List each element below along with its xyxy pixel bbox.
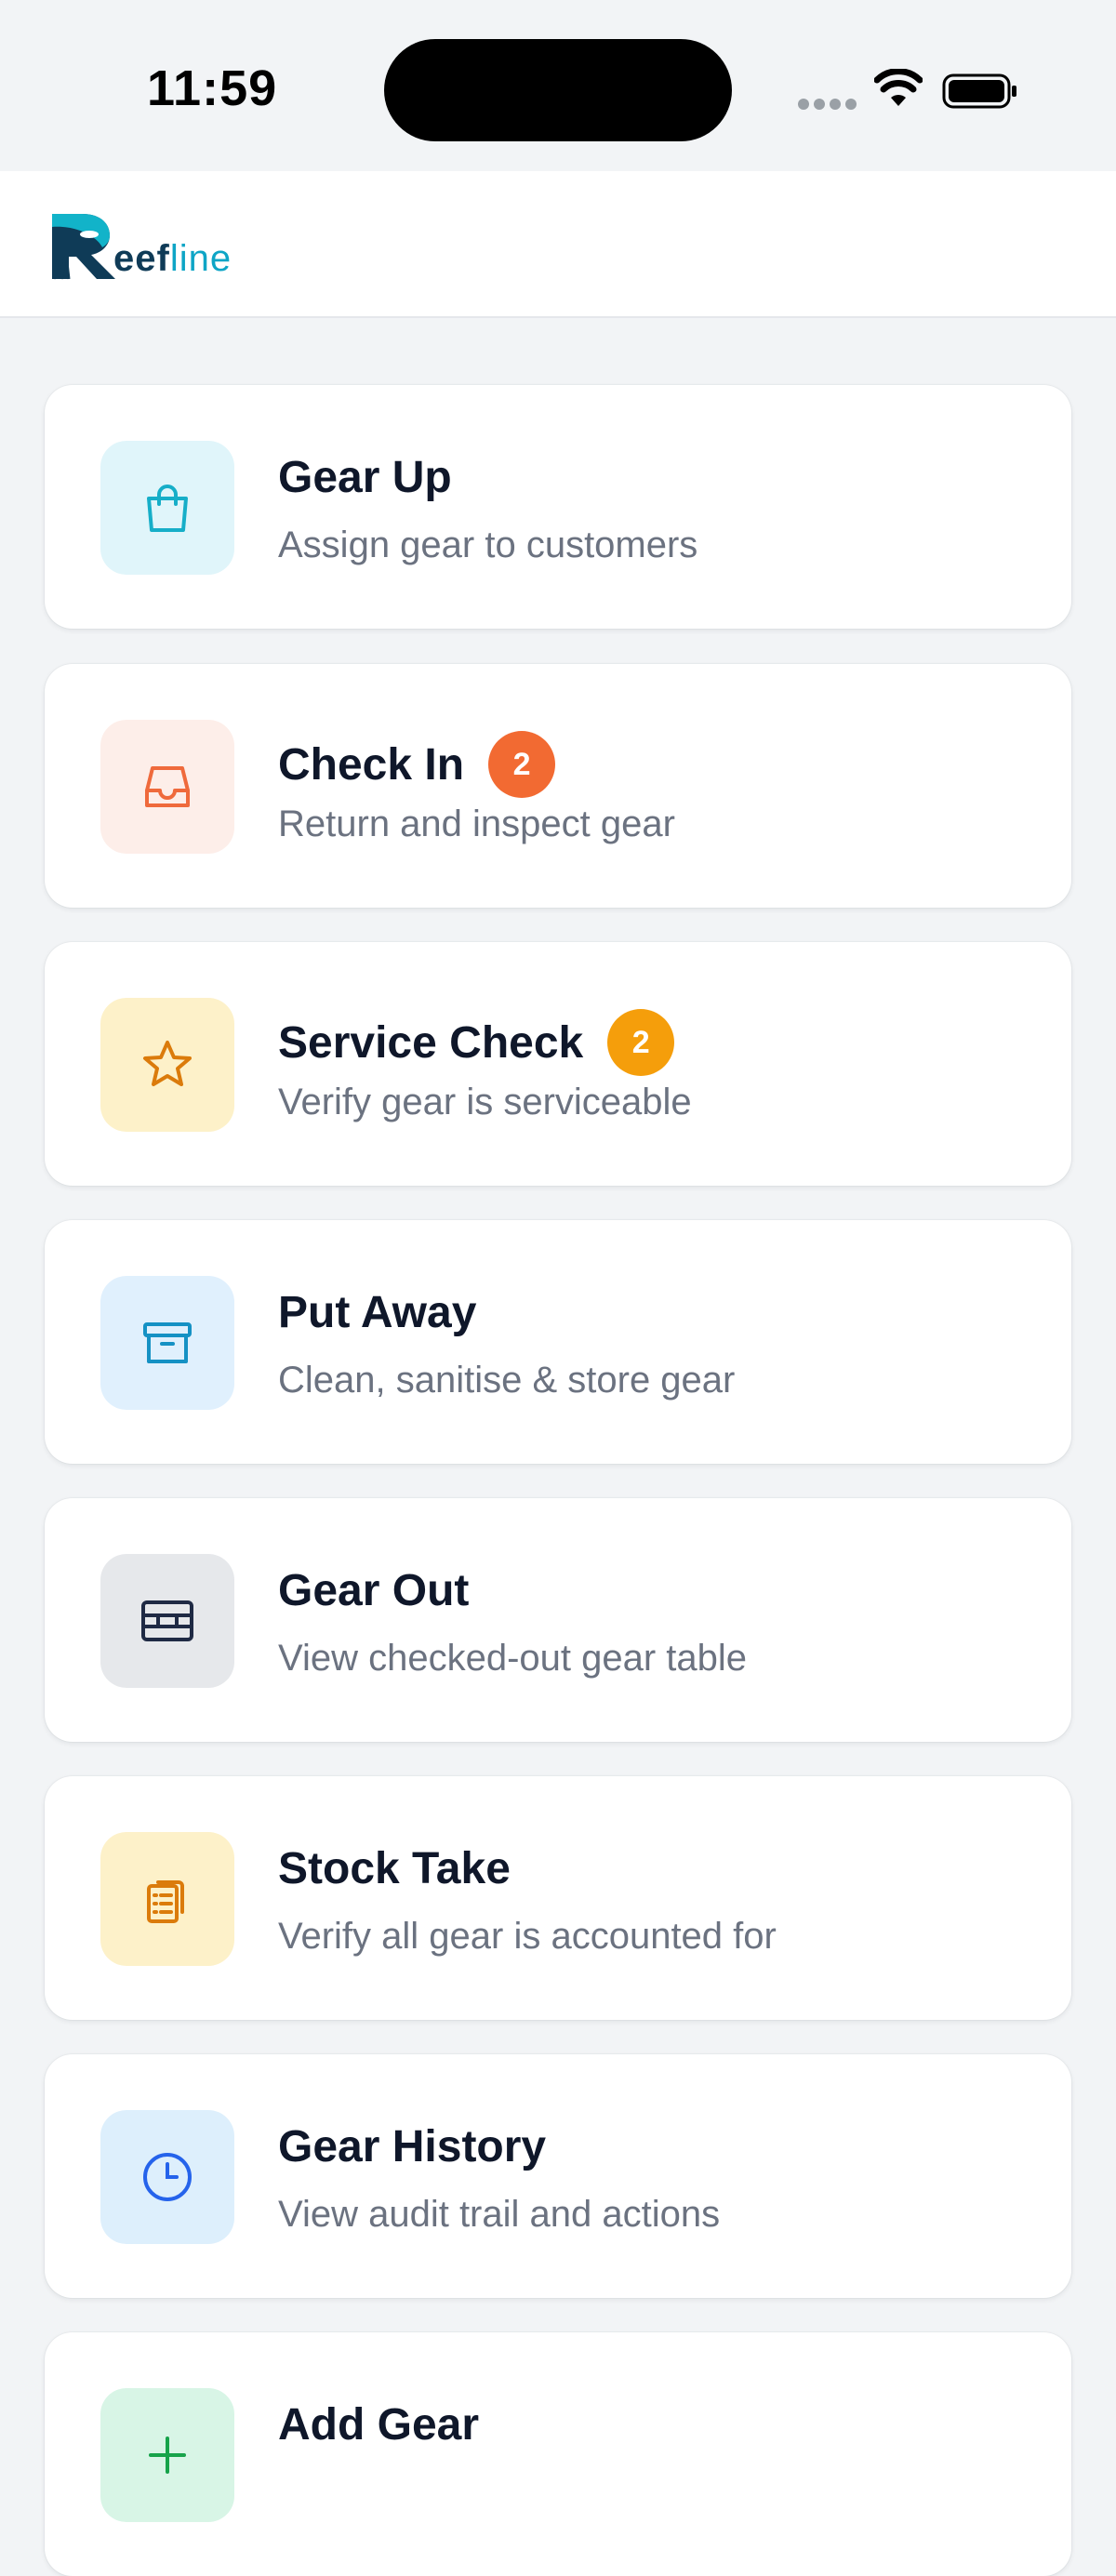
pending-count-badge: 2 bbox=[607, 1009, 675, 1076]
plus-icon bbox=[149, 2437, 186, 2474]
card-title-text: Gear History bbox=[278, 2122, 547, 2171]
icon-tile bbox=[100, 720, 234, 854]
stock-take-card[interactable]: Stock Take Verify all gear is accounted … bbox=[45, 1776, 1071, 2020]
card-title-text: Gear Out bbox=[278, 1566, 470, 1615]
gear-out-card[interactable]: Gear Out View checked-out gear table bbox=[45, 1498, 1071, 1742]
put-away-card[interactable]: Put Away Clean, sanitise & store gear bbox=[45, 1220, 1071, 1464]
card-title-text: Put Away bbox=[278, 1288, 477, 1337]
icon-tile bbox=[100, 1276, 234, 1410]
card-title-text: Add Gear bbox=[278, 2400, 480, 2450]
card-subtitle: Clean, sanitise & store gear bbox=[278, 1360, 736, 1401]
gear-up-card[interactable]: Gear Up Assign gear to customers bbox=[45, 385, 1071, 629]
card-title: Gear Out bbox=[278, 1565, 469, 1616]
card-title-text: Service Check bbox=[278, 1017, 584, 1068]
card-title-text: Gear Up bbox=[278, 453, 452, 502]
pending-count-badge: 2 bbox=[488, 731, 556, 798]
card-subtitle: View audit trail and actions bbox=[278, 2194, 721, 2235]
add-gear-card[interactable]: Add Gear bbox=[45, 2332, 1071, 2576]
logo-r-mark bbox=[52, 214, 115, 280]
logo-wordmark-part1: eef bbox=[113, 238, 170, 279]
clipboard-icon bbox=[147, 1880, 184, 1923]
gear-history-card[interactable]: Gear History View audit trail and action… bbox=[45, 2054, 1071, 2298]
dynamic-island bbox=[384, 39, 732, 141]
card-title-text: Stock Take bbox=[278, 1844, 511, 1893]
card-subtitle: Verify gear is serviceable bbox=[278, 1082, 692, 1122]
check-in-card[interactable]: Check In 2 Return and inspect gear bbox=[45, 664, 1071, 908]
icon-tile bbox=[100, 2388, 234, 2522]
card-subtitle: Verify all gear is accounted for bbox=[278, 1916, 777, 1957]
cellular-signal-icon bbox=[798, 99, 857, 112]
inbox-icon bbox=[145, 766, 190, 807]
wifi-icon bbox=[874, 69, 923, 106]
card-title: Check In 2 bbox=[278, 731, 556, 798]
icon-tile bbox=[100, 2110, 234, 2244]
card-title: Gear Up bbox=[278, 452, 452, 503]
card-title: Stock Take bbox=[278, 1843, 511, 1894]
card-title: Gear History bbox=[278, 2121, 546, 2172]
card-subtitle: Return and inspect gear bbox=[278, 803, 675, 844]
logo-wordmark-part2: line bbox=[169, 238, 232, 279]
table-icon bbox=[141, 1600, 193, 1641]
reefline-logo[interactable]: eefline bbox=[48, 210, 234, 281]
archive-box-icon bbox=[143, 1322, 192, 1363]
status-bar: 11:59 bbox=[0, 0, 1116, 171]
icon-tile bbox=[100, 998, 234, 1132]
card-title: Add Gear bbox=[278, 2399, 479, 2450]
icon-tile bbox=[100, 1554, 234, 1688]
icon-tile bbox=[100, 1832, 234, 1966]
card-title: Put Away bbox=[278, 1287, 476, 1338]
shopping-bag-icon bbox=[147, 485, 188, 532]
battery-icon bbox=[942, 73, 1016, 109]
logo-wordmark: eefline bbox=[113, 238, 232, 280]
status-time: 11:59 bbox=[147, 60, 278, 116]
card-subtitle: View checked-out gear table bbox=[278, 1638, 748, 1679]
star-icon bbox=[143, 1041, 192, 1086]
app-header: eefline bbox=[0, 171, 1116, 318]
card-subtitle: Assign gear to customers bbox=[278, 524, 698, 565]
card-title-text: Check In bbox=[278, 739, 465, 790]
service-check-card[interactable]: Service Check 2 Verify gear is serviceab… bbox=[45, 942, 1071, 1186]
clock-icon bbox=[143, 2153, 192, 2201]
icon-tile bbox=[100, 441, 234, 575]
card-title: Service Check 2 bbox=[278, 1009, 675, 1076]
